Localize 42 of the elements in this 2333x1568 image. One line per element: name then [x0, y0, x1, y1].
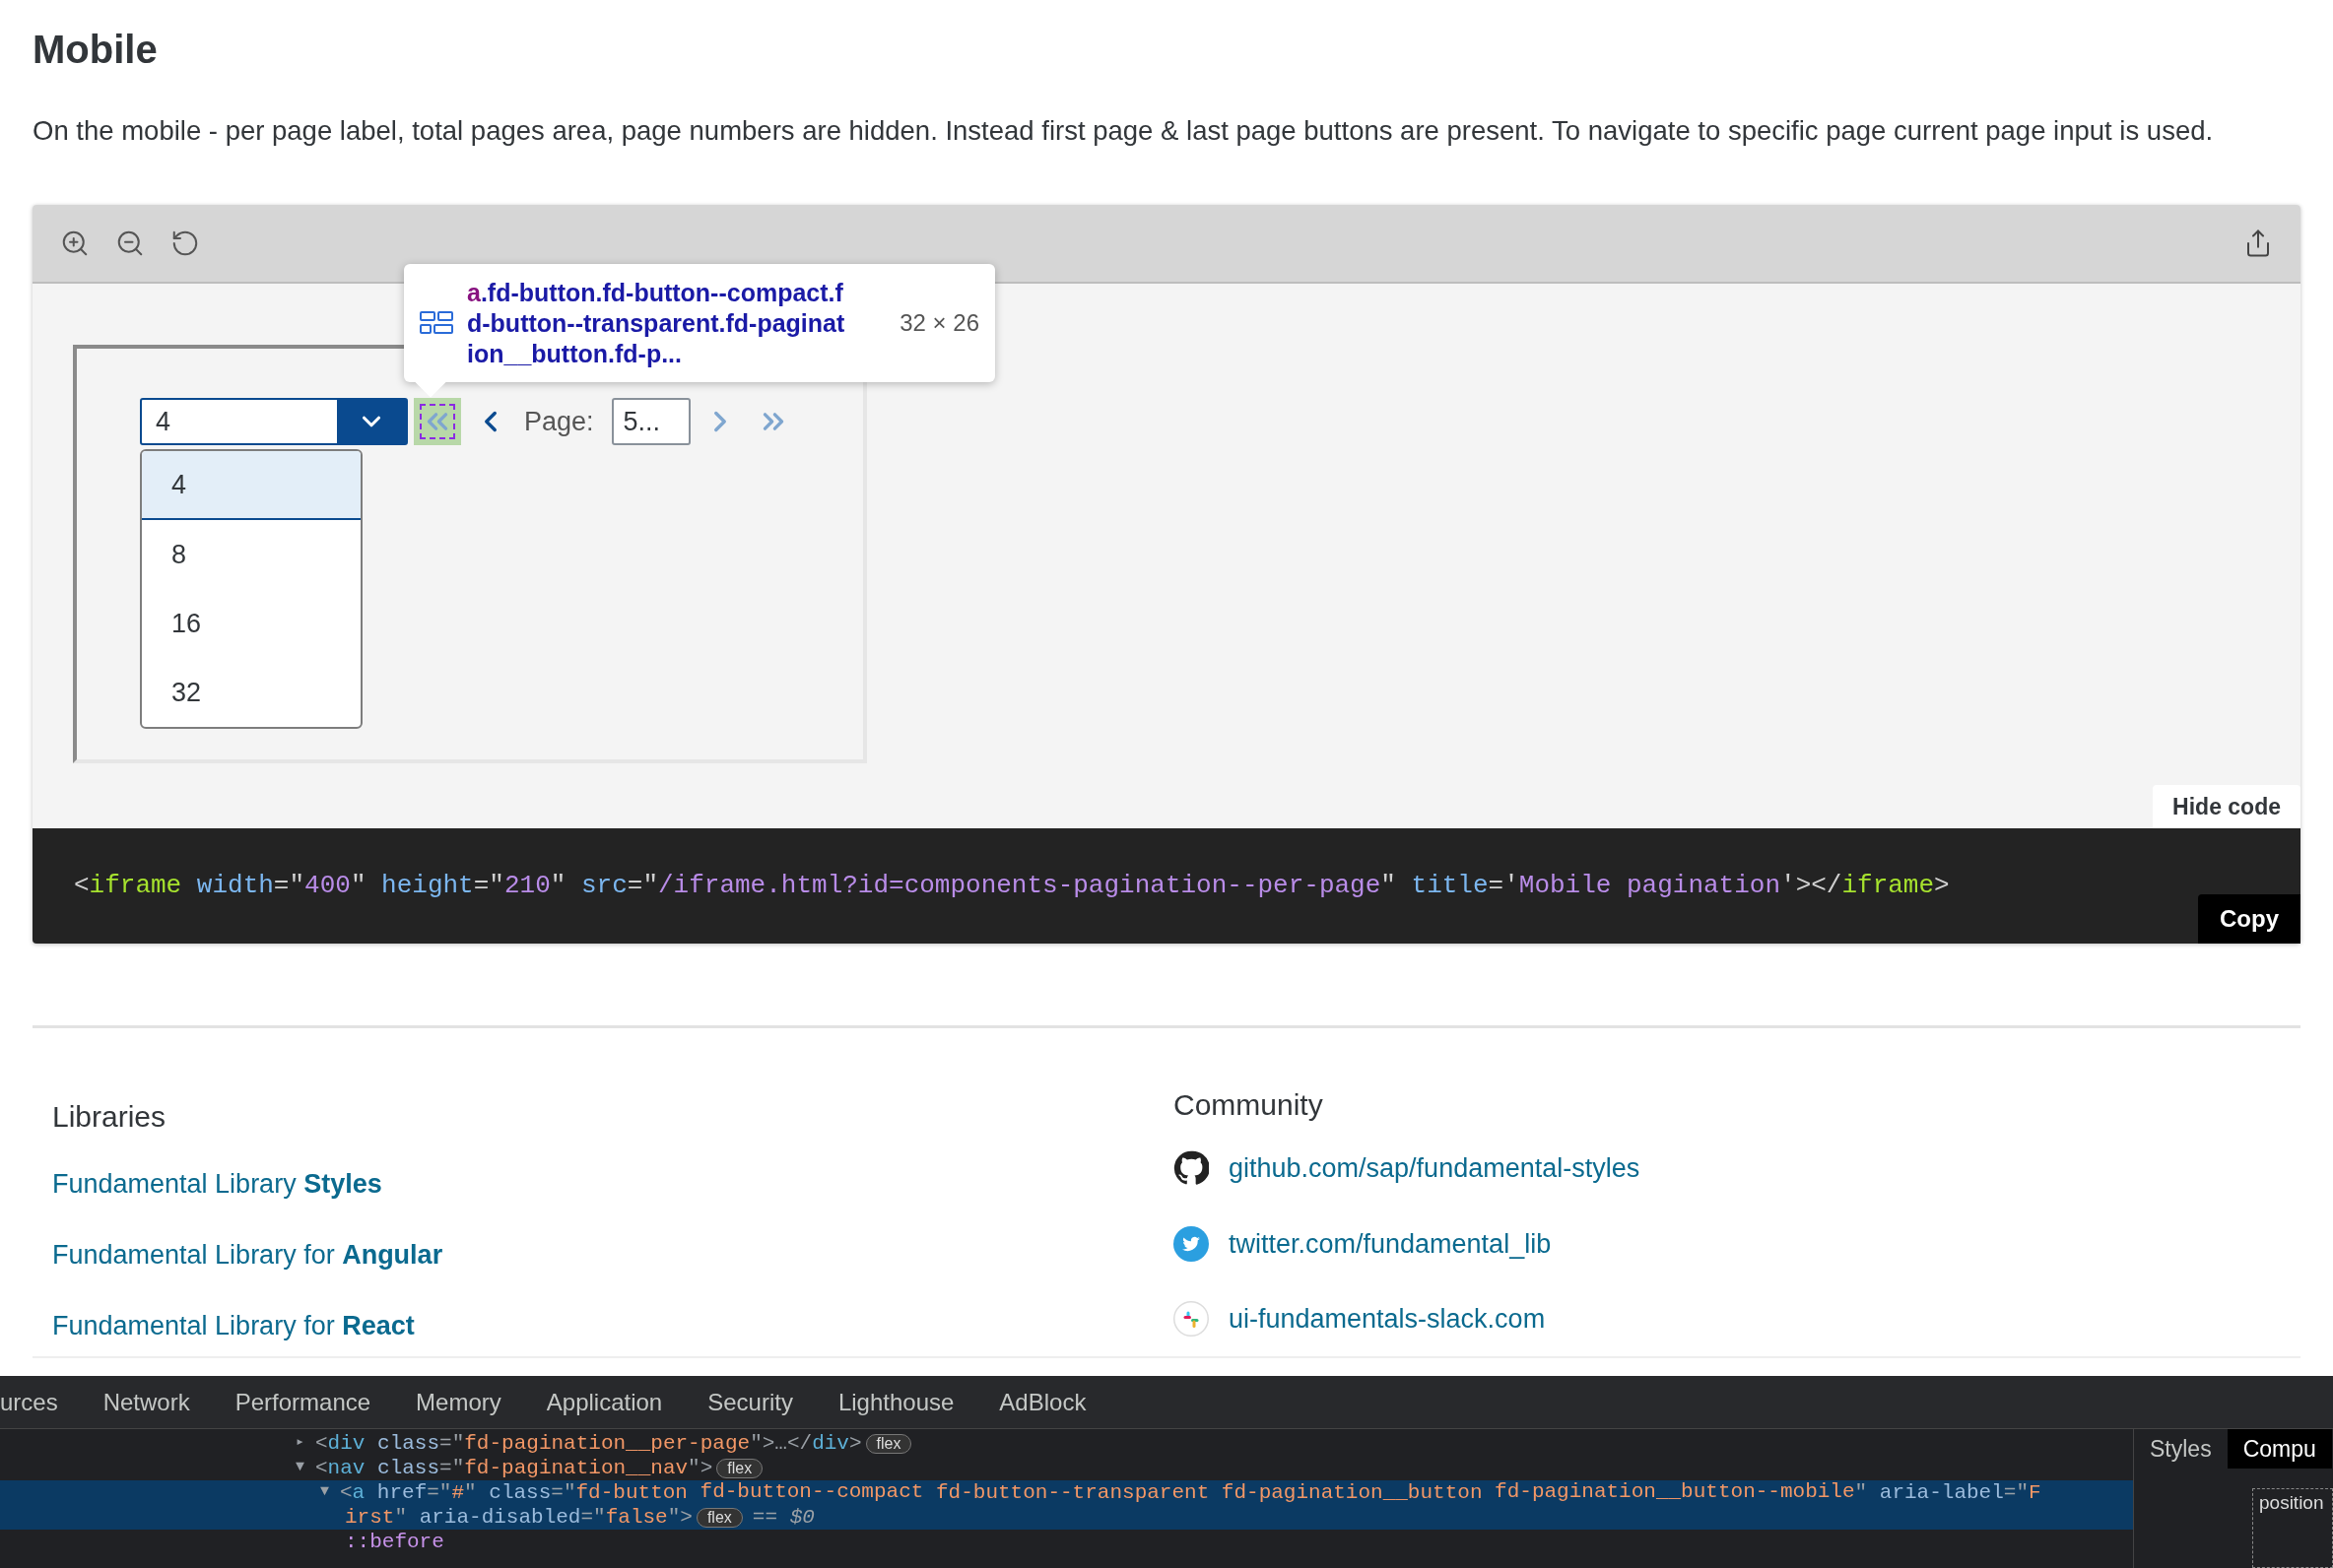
page-input[interactable]: 5...	[611, 398, 691, 445]
option-item[interactable]: 4	[142, 451, 361, 520]
code-snippet: <iframe width="400" height="210" src="/iframe.html?id=components-pagination--per-page" title='Mobile pagination'></iframe>	[74, 870, 1950, 902]
side-tab[interactable]: Compu	[2227, 1429, 2332, 1469]
hide-code-button[interactable]: Hide code	[2153, 785, 2300, 828]
bird-icon	[1173, 1225, 1209, 1262]
option-item[interactable]: 8	[142, 520, 361, 589]
per-page-select[interactable]: 4	[140, 398, 408, 445]
devtools-tab[interactable]: Memory	[416, 1384, 501, 1420]
option-item[interactable]: 32	[142, 658, 361, 727]
select-value: 4	[155, 406, 172, 438]
chevron-down-icon	[337, 400, 406, 443]
selector-text: a.fd-button.fd-button--compact.f d-button--transparent.fd-paginat ion__button.fd-p...	[467, 277, 845, 369]
libraries-heading: Libraries	[52, 1099, 167, 1135]
layout-icon	[420, 310, 453, 336]
community-link[interactable]: ui-fundamentals-slack.com	[1229, 1299, 1546, 1339]
dom-line[interactable]: ▸ <div class="fd-pagination__per-page">…</div> flex	[0, 1431, 2133, 1456]
library-link[interactable]: Fundamental Library for Angular	[52, 1237, 443, 1274]
description-text: On the mobile - per page label, total pages area, page numbers are hidden. Instead first page & last page buttons are present. To navigate to specific page current page input is used.	[33, 114, 2215, 148]
element-size: 32 × 26	[900, 308, 979, 338]
devtools-tab[interactable]: Lighthouse	[837, 1384, 955, 1420]
copy-button[interactable]: Copy	[2198, 894, 2300, 944]
box-model: position	[2252, 1488, 2333, 1568]
page-label: Page:	[524, 405, 594, 438]
community-link[interactable]: twitter.com/fundamental_lib	[1229, 1223, 1552, 1264]
devtools-tab[interactable]: Application	[546, 1384, 663, 1420]
option-item[interactable]: 16	[142, 589, 361, 658]
devtools-tab[interactable]: Network	[102, 1384, 190, 1420]
community-heading: Community	[1173, 1087, 1324, 1123]
section-heading: Mobile	[33, 27, 158, 73]
dom-line[interactable]: ▼ <nav class="fd-pagination__nav"> flex	[0, 1456, 2133, 1480]
github-icon	[1173, 1150, 1209, 1187]
hash-icon	[1173, 1301, 1209, 1338]
devtools-tab[interactable]: Security	[707, 1384, 793, 1420]
library-link[interactable]: Fundamental Library for React	[52, 1308, 415, 1344]
devtools-tab[interactable]: urces	[0, 1384, 58, 1420]
library-link[interactable]: Fundamental Library Styles	[52, 1166, 382, 1203]
devtools-tab[interactable]: AdBlock	[999, 1384, 1087, 1420]
devtools-tab[interactable]: Performance	[234, 1384, 371, 1420]
dom-line[interactable]: ::before	[0, 1530, 2133, 1554]
community-link[interactable]: github.com/sap/fundamental-styles	[1229, 1148, 1640, 1189]
side-tab[interactable]: Styles	[2134, 1429, 2228, 1469]
